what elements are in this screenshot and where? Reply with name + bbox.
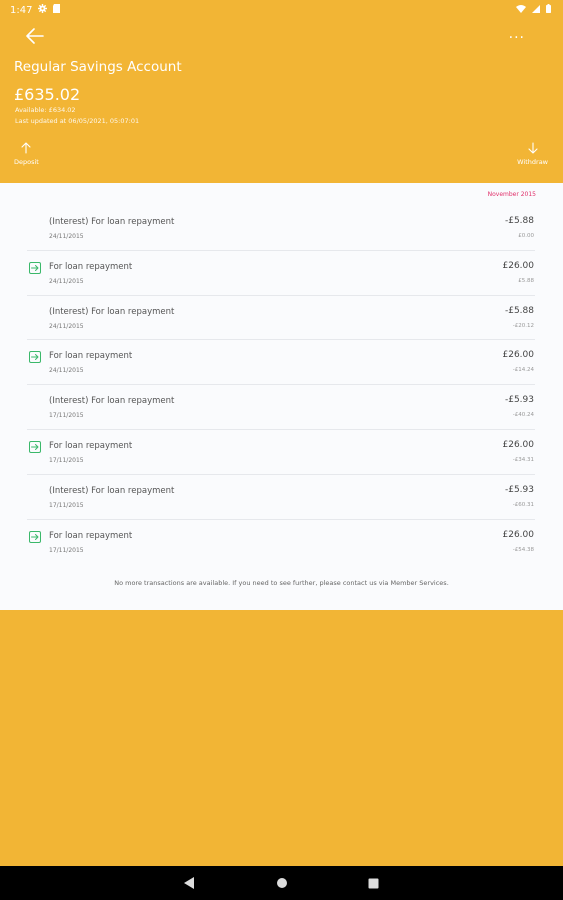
running-balance: £5.88 — [518, 277, 534, 284]
circle-home-icon — [276, 878, 287, 888]
transaction-description: For loan repayment — [49, 440, 133, 451]
transfer-in-icon — [29, 261, 41, 274]
running-balance: -£14.24 — [512, 367, 534, 374]
transaction-description: For loan repayment — [49, 530, 133, 541]
running-balance: -£60.31 — [512, 501, 534, 508]
running-balance: -£54.38 — [512, 546, 534, 553]
transaction-date: 24/11/2015 — [49, 322, 84, 330]
transaction-amount: -£5.88 — [504, 216, 534, 226]
month-heading: November 2015 — [487, 191, 536, 198]
transaction-date: 24/11/2015 — [49, 277, 84, 285]
deposit-label: Deposit — [14, 158, 39, 166]
transaction-list: (Interest) For loan repayment 24/11/2015 -… — [27, 206, 535, 564]
signal-icon — [532, 4, 540, 16]
transaction-amount: £26.00 — [502, 260, 535, 271]
running-balance: -£34.31 — [512, 456, 534, 463]
transaction-date: 24/11/2015 — [49, 233, 84, 240]
arrow-up-icon — [21, 142, 31, 154]
transaction-date: 17/11/2015 — [49, 501, 84, 509]
nav-home-button[interactable] — [275, 876, 289, 890]
transaction-description: For loan repayment — [49, 351, 133, 362]
withdraw-label: Withdraw — [517, 158, 548, 166]
transaction-row[interactable]: (Interest) For loan repayment 24/11/2015 -… — [27, 206, 535, 251]
transaction-description: (Interest) For loan repayment — [49, 217, 175, 227]
no-more-transactions-note: No more transactions are available. If y… — [114, 579, 449, 587]
transaction-amount: -£5.93 — [504, 484, 534, 495]
transaction-amount: -£5.88 — [504, 305, 534, 316]
transfer-in-icon — [29, 530, 41, 543]
transaction-description: For loan repayment — [49, 261, 133, 272]
transfer-in-icon — [29, 351, 41, 364]
system-navigation-bar — [0, 866, 563, 900]
account-balance: £635.02 — [14, 85, 81, 104]
transaction-date: 17/11/2015 — [49, 546, 84, 554]
transaction-description: (Interest) For loan repayment — [49, 485, 175, 496]
settings-icon — [38, 4, 48, 16]
transaction-date: 17/11/2015 — [49, 456, 84, 464]
transaction-amount: -£5.93 — [504, 395, 534, 406]
deposit-button[interactable]: Deposit — [14, 142, 39, 166]
sd-card-icon — [53, 4, 61, 16]
nav-back-button[interactable] — [183, 876, 197, 890]
last-updated: Last updated at 06/05/2021, 05:07:01 — [15, 117, 140, 125]
transfer-in-icon — [29, 440, 41, 453]
wifi-icon — [516, 4, 526, 16]
transaction-amount: £26.00 — [502, 529, 535, 540]
running-balance: -£40.24 — [512, 412, 534, 419]
arrow-left-icon — [26, 28, 44, 44]
transaction-amount: £26.00 — [502, 439, 535, 450]
triangle-back-icon — [184, 877, 194, 889]
status-bar: 1:47 — [0, 0, 563, 20]
nav-recents-button[interactable] — [367, 876, 381, 890]
transaction-date: 17/11/2015 — [49, 412, 84, 420]
transaction-row[interactable]: For loan repayment 17/11/2015 £26.00 -£34.3… — [27, 430, 535, 475]
available-balance: Available: £634.02 — [15, 106, 76, 114]
square-recents-icon — [368, 878, 379, 888]
transaction-row[interactable]: (Interest) For loan repayment 17/11/2015 -… — [27, 385, 535, 430]
transaction-row[interactable]: (Interest) For loan repayment 24/11/2015 -… — [27, 296, 535, 341]
battery-icon — [546, 4, 551, 16]
account-header: ··· Regular Savings Account £635.02 Avai… — [0, 20, 563, 183]
more-options-button[interactable]: ··· — [509, 30, 525, 46]
transaction-amount: £26.00 — [502, 350, 535, 361]
transaction-row[interactable]: For loan repayment 24/11/2015 £26.00 £5.88 — [27, 251, 535, 296]
arrow-down-icon — [528, 142, 538, 154]
transaction-description: (Interest) For loan repayment — [49, 396, 175, 407]
running-balance: £0.00 — [518, 233, 534, 239]
page-title: Regular Savings Account — [14, 59, 182, 75]
withdraw-button[interactable]: Withdraw — [517, 142, 548, 166]
back-button[interactable] — [26, 28, 48, 48]
transaction-row[interactable]: For loan repayment 24/11/2015 £26.00 -£14.2… — [27, 340, 535, 386]
status-time: 1:47 — [10, 4, 33, 16]
transaction-row[interactable]: For loan repayment 17/11/2015 £26.00 -£54.3… — [27, 520, 535, 565]
transactions-panel: November 2015 (Interest) For loan repaym… — [0, 183, 563, 610]
transaction-description: (Interest) For loan repayment — [49, 306, 175, 317]
transaction-date: 24/11/2015 — [49, 367, 84, 375]
transaction-row[interactable]: (Interest) For loan repayment 17/11/2015 -… — [27, 475, 535, 520]
running-balance: -£20.12 — [512, 322, 534, 329]
